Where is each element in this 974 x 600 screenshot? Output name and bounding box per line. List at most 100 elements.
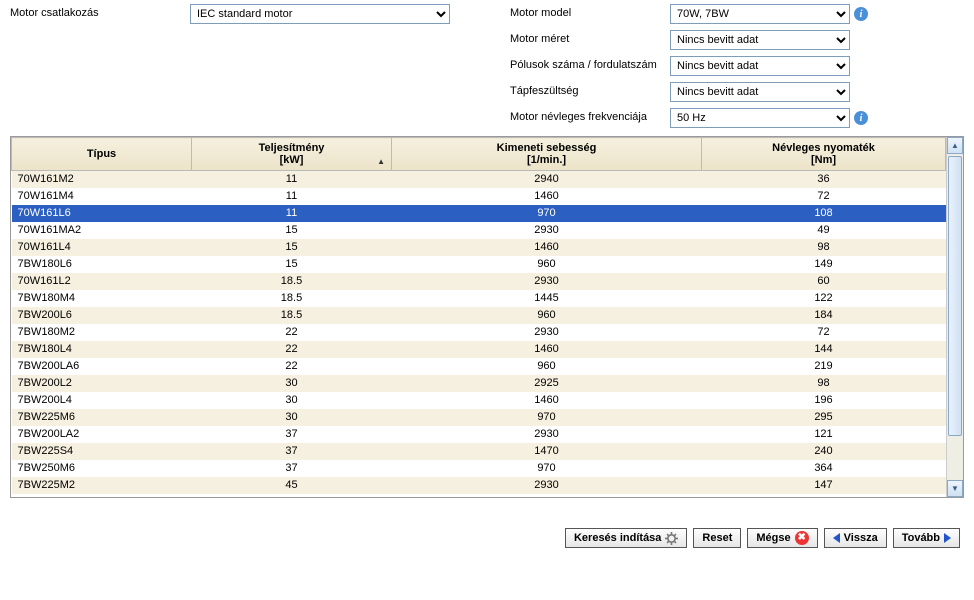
- scroll-up-icon[interactable]: ▲: [947, 137, 963, 154]
- table-cell: 72: [702, 324, 946, 341]
- table-cell: 7BW180M2: [12, 324, 192, 341]
- label-frekvencia: Motor névleges frekvenciája: [510, 108, 670, 123]
- table-row[interactable]: 7BW180L4221460144: [12, 341, 946, 358]
- table-cell: 108: [702, 205, 946, 222]
- table-row[interactable]: 7BW200LA622960219: [12, 358, 946, 375]
- reset-button[interactable]: Reset: [693, 528, 741, 548]
- select-motor-model[interactable]: 70W, 7BW: [670, 4, 850, 24]
- table-cell: 149: [702, 256, 946, 273]
- table-cell: 122: [702, 290, 946, 307]
- sort-asc-icon: ▲: [377, 157, 385, 166]
- table-cell: 22: [192, 358, 392, 375]
- table-row[interactable]: 70W161L611970108: [12, 205, 946, 222]
- back-button[interactable]: Vissza: [824, 528, 887, 548]
- table-row[interactable]: 7BW180L615960149: [12, 256, 946, 273]
- select-tapfesz[interactable]: Nincs bevitt adat: [670, 82, 850, 102]
- table-cell: 49: [702, 222, 946, 239]
- label-tapfesz: Tápfeszültség: [510, 82, 670, 97]
- table-cell: 70W161L4: [12, 239, 192, 256]
- table-row[interactable]: 70W161MA215293049: [12, 222, 946, 239]
- info-icon[interactable]: i: [854, 7, 868, 21]
- table-cell: 970: [392, 460, 702, 477]
- table-cell: 219: [702, 358, 946, 375]
- gear-icon: [665, 532, 678, 545]
- table-row[interactable]: 7BW250M637970364: [12, 460, 946, 477]
- table-cell: 7BW200LA2: [12, 426, 192, 443]
- table-cell: 37: [192, 460, 392, 477]
- info-icon[interactable]: i: [854, 111, 868, 125]
- table-cell: 22: [192, 341, 392, 358]
- table-cell: 2930: [392, 222, 702, 239]
- scroll-thumb[interactable]: [948, 156, 962, 436]
- table-cell: 7BW180L6: [12, 256, 192, 273]
- search-button[interactable]: Keresés indítása: [565, 528, 687, 548]
- table-cell: 15: [192, 239, 392, 256]
- col-header-teljesitmeny[interactable]: Teljesítmény[kW] ▲: [192, 138, 392, 171]
- table-cell: 70W161M4: [12, 188, 192, 205]
- table-row[interactable]: 7BW180M418.51445122: [12, 290, 946, 307]
- col-header-tipus[interactable]: Típus: [12, 138, 192, 171]
- col-header-kimeneti[interactable]: Kimeneti sebesség[1/min.]: [392, 138, 702, 171]
- table-row[interactable]: 70W161L218.5293060: [12, 273, 946, 290]
- table-cell: 7BW200L6: [12, 307, 192, 324]
- table-cell: 144: [702, 341, 946, 358]
- table-cell: 2930: [392, 324, 702, 341]
- table-cell: 15: [192, 256, 392, 273]
- table-cell: 70W161MA2: [12, 222, 192, 239]
- cancel-icon: ✖: [795, 531, 809, 545]
- table-row[interactable]: 7BW180M222293072: [12, 324, 946, 341]
- scroll-track[interactable]: [947, 154, 963, 480]
- table-cell: 1460: [392, 341, 702, 358]
- table-cell: 364: [702, 460, 946, 477]
- select-frekvencia[interactable]: 50 Hz: [670, 108, 850, 128]
- table-cell: 7BW200L2: [12, 375, 192, 392]
- table-row[interactable]: 7BW225S4371470240: [12, 443, 946, 460]
- table-row[interactable]: 7BW200LA2372930121: [12, 426, 946, 443]
- select-motor-meret[interactable]: Nincs bevitt adat: [670, 30, 850, 50]
- table-cell: 7BW250M6: [12, 460, 192, 477]
- table-cell: 970: [392, 205, 702, 222]
- table-cell: 1445: [392, 290, 702, 307]
- select-motor-csatlakozas[interactable]: IEC standard motor: [190, 4, 450, 24]
- table-cell: 2940: [392, 171, 702, 188]
- table-cell: 11: [192, 171, 392, 188]
- table-cell: 30: [192, 375, 392, 392]
- table-row[interactable]: 70W161L415146098: [12, 239, 946, 256]
- table-cell: 18.5: [192, 273, 392, 290]
- label-polusok: Pólusok száma / fordulatszám: [510, 56, 670, 71]
- table-row[interactable]: 7BW200L4301460196: [12, 392, 946, 409]
- table-cell: 72: [702, 188, 946, 205]
- next-button[interactable]: Tovább: [893, 528, 960, 548]
- footer-buttons: Keresés indítása Reset Mégse ✖ Vissza To…: [0, 498, 974, 556]
- table-cell: 2930: [392, 273, 702, 290]
- table-row[interactable]: 7BW225M2452930147: [12, 477, 946, 494]
- table-row[interactable]: 70W161M211294036: [12, 171, 946, 188]
- table-cell: 1470: [392, 443, 702, 460]
- table-cell: 70W161L6: [12, 205, 192, 222]
- scroll-down-icon[interactable]: ▼: [947, 480, 963, 497]
- table-row[interactable]: 7BW200L618.5960184: [12, 307, 946, 324]
- table-cell: 36: [702, 171, 946, 188]
- col-header-nyomatek[interactable]: Névleges nyomaték[Nm]: [702, 138, 946, 171]
- table-cell: 960: [392, 256, 702, 273]
- table-cell: 295: [702, 409, 946, 426]
- label-motor-meret: Motor méret: [510, 30, 670, 45]
- arrow-right-icon: [944, 533, 951, 543]
- table-cell: 1460: [392, 239, 702, 256]
- table-row[interactable]: 7BW200L230292598: [12, 375, 946, 392]
- table-cell: 1460: [392, 188, 702, 205]
- table-row[interactable]: 70W161M411146072: [12, 188, 946, 205]
- table-cell: 7BW225M6: [12, 409, 192, 426]
- table-cell: 98: [702, 239, 946, 256]
- label-motor-csatlakozas: Motor csatlakozás: [10, 4, 190, 19]
- cancel-button[interactable]: Mégse ✖: [747, 528, 817, 548]
- table-cell: 7BW180L4: [12, 341, 192, 358]
- select-polusok[interactable]: Nincs bevitt adat: [670, 56, 850, 76]
- table-cell: 98: [702, 375, 946, 392]
- table-scrollbar[interactable]: ▲ ▼: [946, 137, 963, 497]
- table-row[interactable]: 7BW225M630970295: [12, 409, 946, 426]
- table-cell: 240: [702, 443, 946, 460]
- table-cell: 121: [702, 426, 946, 443]
- table-cell: 18.5: [192, 290, 392, 307]
- table-cell: 7BW200L4: [12, 392, 192, 409]
